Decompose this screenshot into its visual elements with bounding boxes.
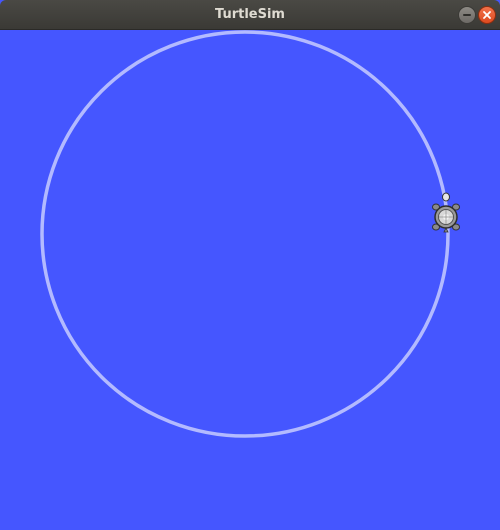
pen-trail-circle	[40, 30, 450, 438]
minimize-button[interactable]	[458, 6, 476, 24]
drawing-surface	[40, 30, 460, 438]
close-button[interactable]	[478, 6, 496, 24]
window-title: TurtleSim	[215, 7, 285, 22]
minimize-icon	[463, 14, 471, 16]
turtle-canvas	[0, 30, 500, 530]
turtlesim-window: TurtleSim	[0, 0, 500, 530]
title-bar[interactable]: TurtleSim	[0, 0, 500, 30]
turtle-icon	[432, 192, 460, 233]
close-icon	[483, 11, 491, 19]
